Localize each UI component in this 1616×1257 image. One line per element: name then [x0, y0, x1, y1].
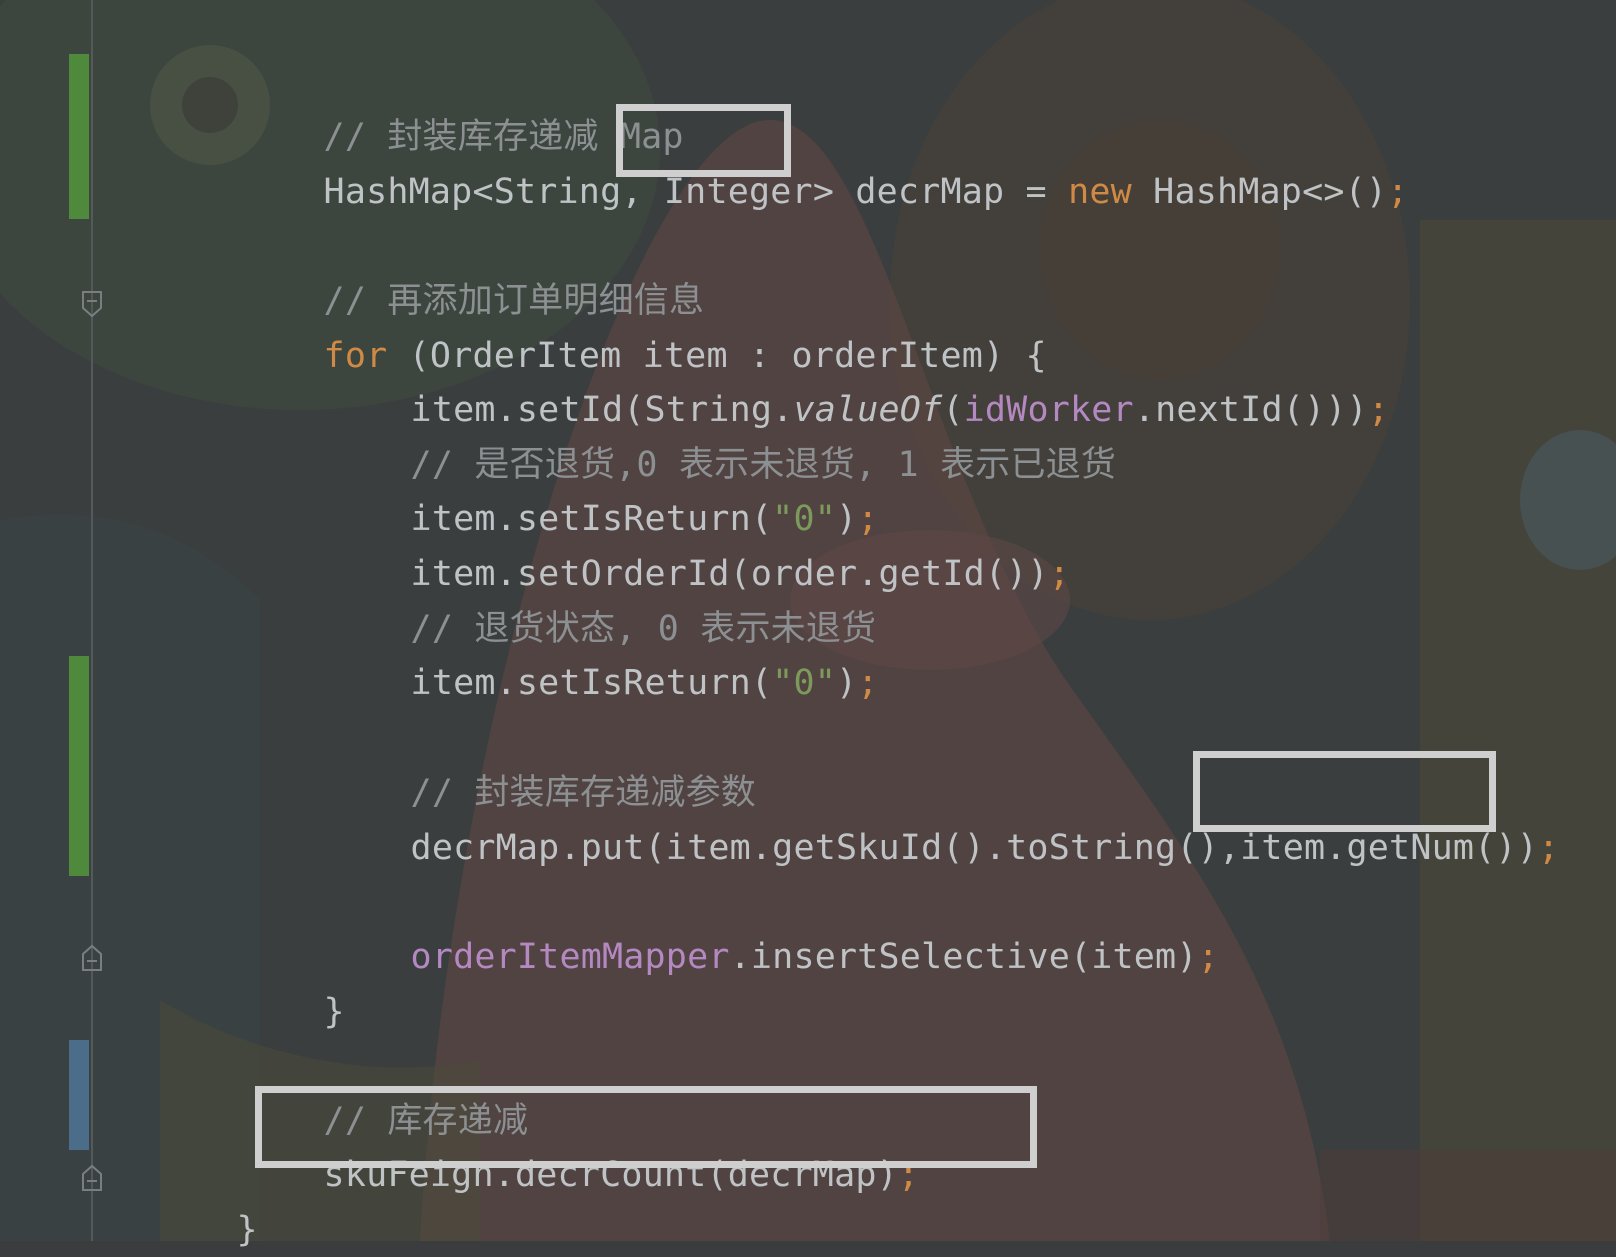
code-line-comment[interactable]: // 是否退货,0 表示未退货, 1 表示已退货 [368, 384, 1116, 485]
code-line-for-loop[interactable]: for (OrderItem item : orderItem) { [281, 275, 1047, 376]
code-semicolon: ; [857, 663, 879, 703]
code-token: HashMap<>() [1131, 172, 1388, 212]
code-line-close-brace[interactable]: } [281, 931, 345, 1032]
code-token: .nextId())) [1133, 390, 1368, 430]
change-marker-modified[interactable] [69, 1040, 89, 1150]
fold-collapse-icon[interactable] [80, 290, 104, 318]
change-marker-added[interactable] [69, 54, 89, 219]
fold-end-icon[interactable] [80, 1164, 104, 1192]
code-semicolon: ; [1197, 937, 1219, 977]
code-line-comment[interactable]: // 再添加订单明细信息 [281, 220, 704, 321]
code-keyword: new [1068, 172, 1132, 212]
change-marker-added[interactable] [69, 656, 89, 876]
code-field: orderItemMapper [410, 937, 730, 977]
fold-end-icon[interactable] [80, 944, 104, 972]
code-token: > decrMap = [812, 172, 1069, 212]
code-line-hashmap-decl[interactable]: HashMap<String, Integer> decrMap = new H… [281, 111, 1409, 212]
code-semicolon: ; [1367, 390, 1390, 430]
code-line-comment[interactable]: // 封装库存递减参数 [368, 712, 756, 813]
highlight-box-get-num [1193, 751, 1496, 832]
code-token: } [323, 992, 345, 1032]
code-token: HashMap<String, [323, 172, 664, 212]
code-string: "0" [772, 663, 836, 703]
code-token-integer: Integer [663, 172, 813, 212]
code-line-insert-selective[interactable]: orderItemMapper.insertSelective(item); [368, 876, 1219, 977]
code-token: .insertSelective(item) [729, 937, 1198, 977]
code-line-comment[interactable]: // 退货状态, 0 表示未退货 [368, 548, 877, 649]
code-semicolon: ; [1537, 828, 1560, 868]
code-line-set-order-id[interactable]: item.setOrderId(order.getId()); [368, 493, 1070, 594]
code-token: ) [836, 663, 858, 703]
code-token: item.setIsReturn( [410, 663, 773, 703]
code-token: decrMap.put(item.getSkuId().toString(), [410, 828, 1241, 868]
code-line-set-id[interactable]: item.setId(String.valueOf(idWorker.nextI… [368, 329, 1389, 430]
gutter-divider [91, 0, 93, 1241]
code-semicolon: ; [1387, 172, 1409, 212]
code-line-close-brace[interactable]: } [194, 1149, 258, 1250]
code-line-set-is-return[interactable]: item.setIsReturn("0"); [368, 602, 879, 703]
highlight-box-decr-count [255, 1086, 1037, 1168]
code-token-get-num: item.getNum() [1240, 828, 1517, 868]
code-line-comment[interactable]: // 封装库存递减 Map [281, 56, 684, 157]
highlight-box-integer [616, 104, 791, 177]
code-token: } [236, 1210, 258, 1250]
code-line-set-is-return[interactable]: item.setIsReturn("0"); [368, 438, 879, 539]
code-token: ) [1516, 828, 1538, 868]
code-semicolon: ; [1048, 554, 1070, 594]
